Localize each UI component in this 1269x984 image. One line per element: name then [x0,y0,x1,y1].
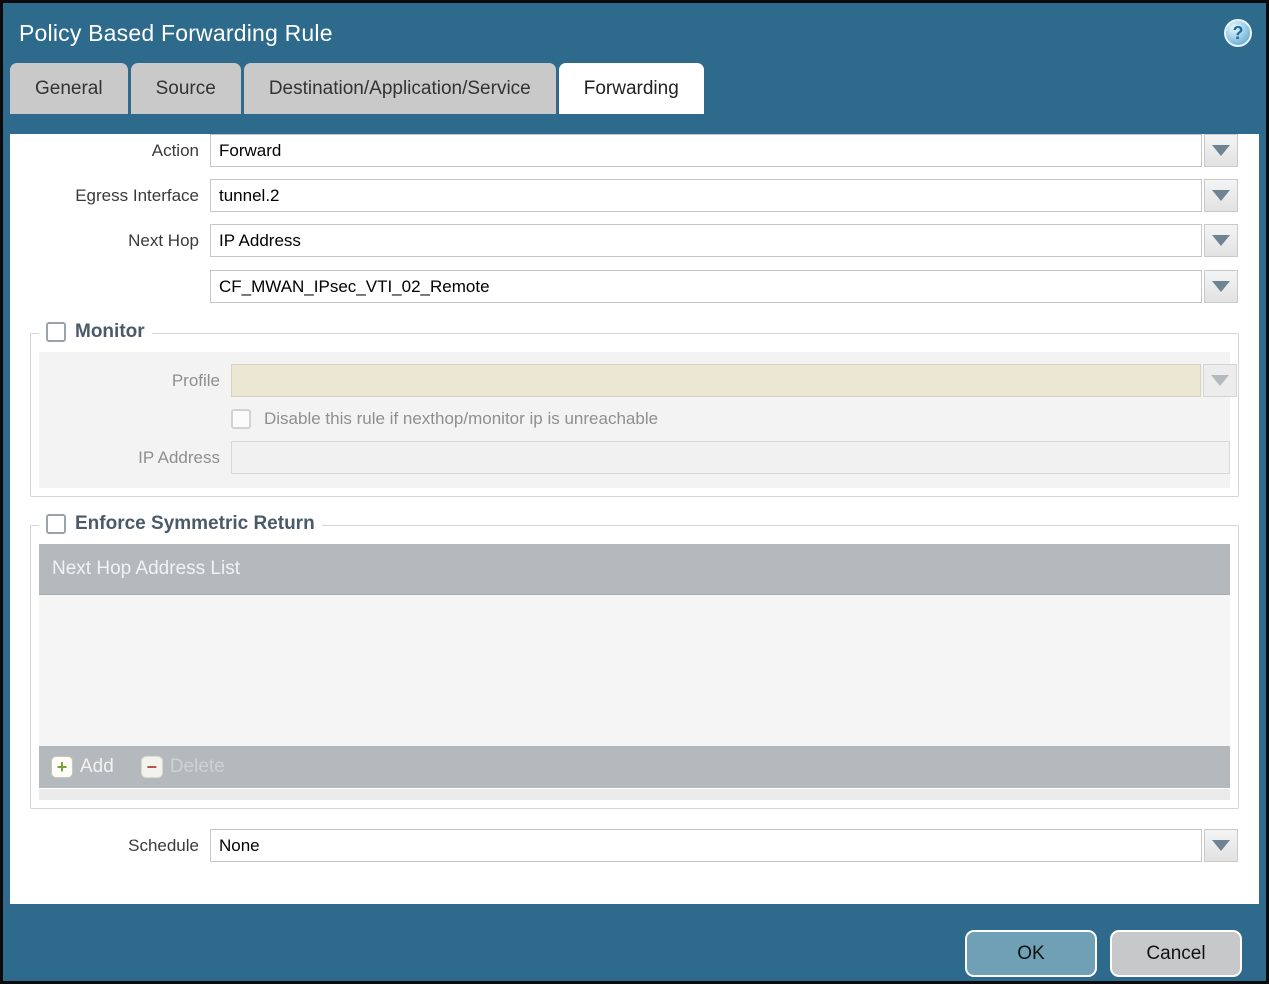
egress-interface-combo: tunnel.2 [210,179,1238,212]
chevron-down-icon [1212,840,1230,851]
symmetric-return-checkbox[interactable] [46,514,66,534]
dialog-footer: OK Cancel [3,904,1266,981]
profile-combo [231,364,1237,397]
action-row: Action Forward [10,134,1259,167]
policy-based-forwarding-dialog: Policy Based Forwarding Rule ? General S… [0,0,1269,984]
cancel-button[interactable]: Cancel [1110,930,1242,977]
schedule-label: Schedule [128,835,199,855]
ok-button[interactable]: OK [965,930,1097,977]
add-button-label: Add [80,756,114,777]
next-hop-type-input[interactable]: IP Address [210,224,1202,257]
next-hop-address-input[interactable]: CF_MWAN_IPsec_VTI_02_Remote [210,270,1202,303]
monitor-checkbox[interactable] [46,322,66,342]
schedule-row: Schedule None [10,829,1259,862]
table-scrollbar-track[interactable] [39,789,1230,800]
action-input[interactable]: Forward [210,134,1202,167]
chevron-down-icon [1211,375,1229,386]
table-body[interactable] [39,595,1230,746]
next-hop-dropdown-button[interactable] [1204,224,1238,257]
symmetric-return-legend-label: Enforce Symmetric Return [75,513,315,534]
symmetric-return-fieldset: Enforce Symmetric Return Next Hop Addres… [30,513,1239,809]
chevron-down-icon [1212,235,1230,246]
monitor-ip-input [231,441,1230,474]
next-hop-address-row: CF_MWAN_IPsec_VTI_02_Remote [10,270,1259,303]
add-icon: + [51,756,73,778]
disable-rule-row: Disable this rule if nexthop/monitor ip … [231,409,1230,429]
egress-interface-row: Egress Interface tunnel.2 [10,179,1259,212]
disable-rule-checkbox [231,409,251,429]
next-hop-combo: IP Address [210,224,1238,257]
forwarding-tab-panel: Action Forward Egress Interface tunnel.2… [10,134,1259,904]
schedule-dropdown-button[interactable] [1204,829,1238,862]
next-hop-row: Next Hop IP Address [10,224,1259,257]
delete-button-label: Delete [169,756,225,777]
table-toolbar: + Add − Delete [39,746,1230,788]
monitor-fieldset: Monitor Profile Disable this rule if nex… [30,321,1239,497]
action-dropdown-button[interactable] [1204,134,1238,167]
monitor-ip-label: IP Address [138,447,220,467]
monitor-ip-row: IP Address [39,441,1230,474]
profile-dropdown-button [1203,364,1237,397]
table-column-header[interactable]: Next Hop Address List [39,544,1230,595]
delete-button: − Delete [140,756,225,778]
profile-label: Profile [171,370,220,390]
egress-interface-input[interactable]: tunnel.2 [210,179,1202,212]
tab-source[interactable]: Source [130,63,241,114]
monitor-panel: Profile Disable this rule if nexthop/mon… [39,352,1237,488]
monitor-legend-label: Monitor [75,321,145,342]
next-hop-address-combo: CF_MWAN_IPsec_VTI_02_Remote [210,270,1238,303]
schedule-combo: None [210,829,1238,862]
next-hop-label: Next Hop [128,230,199,250]
tab-general[interactable]: General [10,63,128,114]
tab-bar: General Source Destination/Application/S… [3,63,1266,114]
chevron-down-icon [1212,281,1230,292]
action-combo: Forward [210,134,1238,167]
profile-row: Profile [39,364,1237,397]
add-button[interactable]: + Add [51,756,114,778]
help-icon[interactable]: ? [1224,19,1252,47]
action-label: Action [151,140,199,160]
dialog-title: Policy Based Forwarding Rule [19,19,333,46]
schedule-input[interactable]: None [210,829,1202,862]
chevron-down-icon [1212,190,1230,201]
dialog-titlebar: Policy Based Forwarding Rule ? [3,3,1266,63]
profile-input [231,364,1201,397]
monitor-legend: Monitor [39,321,152,343]
chevron-down-icon [1212,145,1230,156]
next-hop-address-list-table: Next Hop Address List + Add − Delete [39,544,1230,800]
delete-icon: − [140,756,163,778]
tab-forwarding[interactable]: Forwarding [558,63,704,114]
next-hop-address-dropdown-button[interactable] [1204,270,1238,303]
egress-interface-label: Egress Interface [75,185,199,205]
egress-interface-dropdown-button[interactable] [1204,179,1238,212]
tab-destination-application-service[interactable]: Destination/Application/Service [243,63,556,114]
disable-rule-label: Disable this rule if nexthop/monitor ip … [264,409,659,428]
symmetric-return-legend: Enforce Symmetric Return [39,513,322,535]
